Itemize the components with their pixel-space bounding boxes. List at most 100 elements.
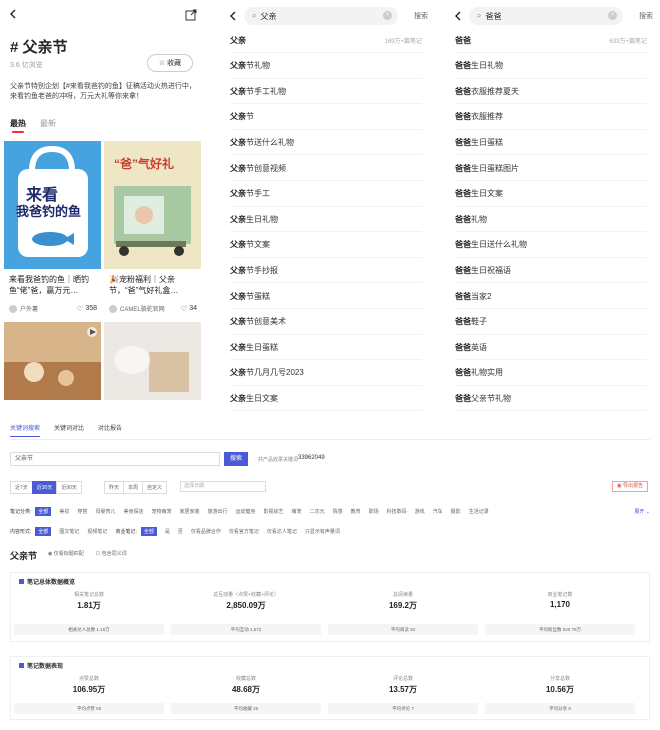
filter-chip[interactable]: 职场	[369, 508, 379, 515]
filter-chip[interactable]: 视频笔记	[87, 528, 107, 535]
note-card[interactable]: “爸”气好礼 🎉宠粉福利｜父亲节，“爸”气好礼盒… CAMEL骆驼官网 ♡ 34	[104, 141, 201, 318]
back-chevron-icon[interactable]	[8, 9, 18, 19]
search-button[interactable]: 搜索	[639, 11, 653, 21]
range-90d[interactable]: 近90天	[56, 481, 82, 494]
range-30d[interactable]: 近30天	[31, 481, 58, 494]
filter-chip[interactable]: 图文笔记	[59, 528, 79, 535]
expand-link[interactable]: 展开 ⌄	[634, 508, 650, 515]
suggestion-item[interactable]: 爸爸 633万+篇笔记	[455, 28, 647, 53]
keyword-input[interactable]: 父亲节	[10, 452, 220, 466]
suggestion-item[interactable]: 爸爸 当家2	[455, 284, 647, 309]
suggestion-item[interactable]: 父亲 生日文案	[230, 386, 422, 412]
search-input[interactable]: ⌕ 父亲 ×	[244, 7, 398, 25]
filter-option[interactable]: 仅看官方笔记	[229, 528, 259, 535]
suggestion-item[interactable]: 爸爸 鞋子	[455, 310, 647, 335]
search-button[interactable]: 搜索	[414, 11, 428, 21]
suggestion-item[interactable]: 爸爸 生日文案	[455, 182, 647, 207]
share-icon[interactable]	[185, 9, 197, 21]
clear-icon[interactable]: ×	[608, 11, 617, 20]
suggestion-item[interactable]: 父亲 节蛋糕	[230, 284, 422, 309]
suggestion-item[interactable]: 爸爸 衣服推荐	[455, 105, 647, 130]
synonym-checkbox[interactable]: ☐ 包含同义词	[96, 550, 127, 557]
filter-chip[interactable]: 宠物萌宠	[151, 508, 171, 515]
filter-option[interactable]: 只显示有声量词	[305, 528, 340, 535]
filter-chip[interactable]: 全部	[35, 527, 52, 536]
suggestion-item[interactable]: 父亲 节文案	[230, 233, 422, 258]
suggestion-item[interactable]: 爸爸 英语	[455, 335, 647, 361]
like-count[interactable]: ♡ 34	[181, 305, 197, 313]
filter-chip[interactable]: 运动健身	[236, 508, 256, 515]
suggestion-item[interactable]: 父亲 节创意美术	[230, 310, 422, 335]
filter-chip[interactable]: 家居家装	[179, 508, 199, 515]
note-card[interactable]	[104, 322, 201, 400]
filter-chip[interactable]: 穿搭	[77, 508, 87, 515]
tab-newest[interactable]: 最新	[40, 118, 56, 129]
filter-chip[interactable]: 母婴育儿	[95, 508, 115, 515]
suggestion-item[interactable]: 爸爸 礼物实用	[455, 361, 647, 386]
suggestion-item[interactable]: 父亲 节几月几号2023	[230, 361, 422, 386]
filter-chip[interactable]: 摄影	[451, 508, 461, 515]
filter-chip[interactable]: 否	[178, 528, 183, 535]
filter-chip[interactable]: 情感	[333, 508, 343, 515]
filter-chip[interactable]: 全部	[140, 527, 157, 536]
title-match-radio[interactable]: ◉ 仅看标题匹配	[48, 550, 84, 557]
like-count[interactable]: ♡ 358	[77, 305, 97, 313]
filter-option[interactable]: 仅看品牌合作	[191, 528, 221, 535]
suggestion-item[interactable]: 父亲 节手工	[230, 182, 422, 207]
clear-icon[interactable]: ×	[383, 11, 392, 20]
export-report-button[interactable]: ▣ 导出报告	[611, 481, 648, 492]
keyword-search-button[interactable]: 搜索	[224, 452, 248, 466]
back-chevron-icon[interactable]	[453, 11, 463, 21]
suggestion-item[interactable]: 爸爸 父亲节礼物	[455, 386, 647, 412]
suggestion-item[interactable]: 父亲 169万+篇笔记	[230, 28, 422, 53]
filter-chip[interactable]: 美食探店	[123, 508, 143, 515]
suggestion-item[interactable]: 父亲 节创意视频	[230, 156, 422, 181]
tab-compare-report[interactable]: 对比报告	[98, 423, 122, 432]
suggestion-item[interactable]: 父亲 节送什么礼物	[230, 130, 422, 156]
suggestion-rest: 生日蛋糕图片	[471, 163, 519, 173]
range-7d[interactable]: 近7天	[10, 481, 33, 494]
filter-chip[interactable]: 影视综艺	[264, 508, 284, 515]
filter-option[interactable]: 仅看达人笔记	[267, 528, 297, 535]
back-chevron-icon[interactable]	[228, 11, 238, 21]
suggestion-item[interactable]: 爸爸 衣服推荐夏天	[455, 79, 647, 105]
suggestion-item[interactable]: 爸爸 生日送什么礼物	[455, 233, 647, 258]
note-card[interactable]	[4, 322, 101, 400]
filter-chip[interactable]: 是	[165, 528, 170, 535]
tab-keyword-search[interactable]: 关键词搜索	[10, 423, 41, 437]
filter-chip[interactable]: 游戏	[415, 508, 425, 515]
suggestion-item[interactable]: 父亲节	[230, 105, 422, 130]
period-yesterday[interactable]: 昨天	[104, 481, 125, 494]
filter-chip[interactable]: 教育	[351, 508, 361, 515]
suggestion-item[interactable]: 父亲 节手抄报	[230, 258, 422, 284]
filter-chip[interactable]: 汽车	[433, 508, 443, 515]
filter-chip[interactable]: 旅游出行	[208, 508, 228, 515]
suggestion-item[interactable]: 爸爸 生日祝福语	[455, 258, 647, 284]
filter-chip[interactable]: 美妆	[59, 508, 69, 515]
sort-tabs: 最热 最新	[10, 118, 56, 133]
period-custom[interactable]: 自定义	[142, 481, 168, 494]
suggestion-rest: 父亲节礼物	[471, 393, 511, 403]
suggestion-item[interactable]: 父亲 节手工礼物	[230, 79, 422, 105]
filter-chip[interactable]: 科技数码	[387, 508, 407, 515]
suggestion-item[interactable]: 爸爸 生日礼物	[455, 54, 647, 79]
suggestion-item[interactable]: 父亲 生日礼物	[230, 207, 422, 233]
suggestion-keyword: 父亲	[230, 163, 246, 173]
filter-chip[interactable]: 萌宠	[292, 508, 302, 515]
favorite-button[interactable]: ☆ 收藏	[147, 54, 193, 72]
suggestion-rest: 节手工	[246, 189, 270, 199]
suggestion-item[interactable]: 父亲 节礼物	[230, 54, 422, 79]
note-card[interactable]: 来看 我爸钓的鱼 来看我爸钓的鱼｜晒钓鱼“佬”爸，赢万元… 户外薯 ♡ 358	[4, 141, 101, 318]
filter-chip[interactable]: 全部	[35, 507, 52, 516]
date-picker[interactable]: 选择日期	[180, 481, 266, 492]
suggestion-item[interactable]: 爸爸 生日蛋糕图片	[455, 156, 647, 181]
suggestion-item[interactable]: 父亲 生日蛋糕	[230, 335, 422, 361]
filter-chip[interactable]: 二次元	[310, 508, 325, 515]
suggestion-item[interactable]: 爸爸 礼物	[455, 207, 647, 233]
period-week[interactable]: 本周	[123, 481, 144, 494]
tab-hottest[interactable]: 最热	[10, 118, 26, 133]
tab-keyword-compare[interactable]: 关键词对比	[54, 423, 84, 432]
filter-chip[interactable]: 生活记录	[469, 508, 489, 515]
suggestion-item[interactable]: 爸爸 生日蛋糕	[455, 130, 647, 156]
search-input[interactable]: ⌕ 爸爸 ×	[469, 7, 623, 25]
